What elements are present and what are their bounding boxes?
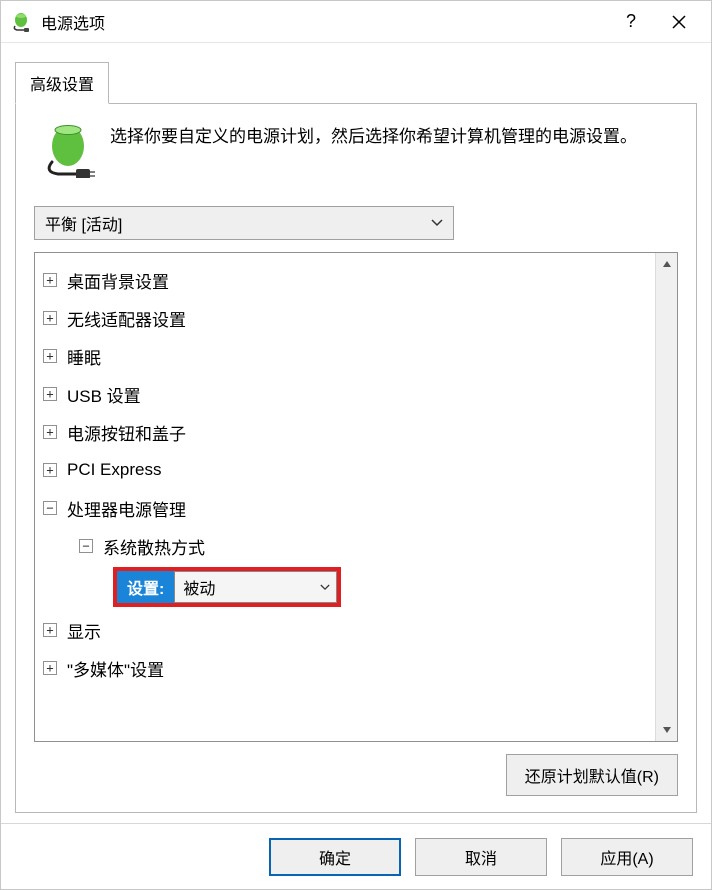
- close-button[interactable]: [655, 4, 703, 40]
- tab-advanced-settings[interactable]: 高级设置: [15, 62, 109, 104]
- ok-button[interactable]: 确定: [269, 838, 401, 876]
- tree-item-processor-power[interactable]: − 处理器电源管理: [43, 489, 651, 527]
- tree-item-label: 系统散热方式: [103, 534, 205, 559]
- tree-item-sleep[interactable]: + 睡眠: [43, 337, 651, 375]
- setting-highlight-box: 设置: 被动: [113, 567, 341, 607]
- tree-item-display[interactable]: + 显示: [43, 611, 651, 649]
- tree-item-label: 处理器电源管理: [67, 496, 186, 521]
- battery-large-icon: [40, 122, 96, 178]
- tree-item-desktop-background[interactable]: + 桌面背景设置: [43, 261, 651, 299]
- expand-icon[interactable]: +: [43, 425, 57, 439]
- cooling-policy-dropdown[interactable]: 被动: [174, 571, 337, 603]
- tree-item-cooling-setting: 设置: 被动: [43, 565, 651, 611]
- battery-plug-icon: [11, 12, 31, 32]
- tree-item-label: "多媒体"设置: [67, 656, 164, 681]
- tree-item-cooling-policy[interactable]: − 系统散热方式: [43, 527, 651, 565]
- tab-body: 选择你要自定义的电源计划，然后选择你希望计算机管理的电源设置。 平衡 [活动] …: [15, 103, 697, 813]
- vertical-scrollbar[interactable]: [655, 253, 677, 741]
- collapse-icon[interactable]: −: [43, 501, 57, 515]
- chevron-down-icon: [429, 219, 445, 227]
- description-row: 选择你要自定义的电源计划，然后选择你希望计算机管理的电源设置。: [34, 122, 678, 178]
- tab-strip: 高级设置: [15, 61, 697, 103]
- tree-item-label: 睡眠: [67, 344, 101, 369]
- cancel-button[interactable]: 取消: [415, 838, 547, 876]
- tree-item-label: 显示: [67, 618, 101, 643]
- dialog-footer: 确定 取消 应用(A): [1, 823, 711, 889]
- expand-icon[interactable]: +: [43, 661, 57, 675]
- expand-icon[interactable]: +: [43, 311, 57, 325]
- tree-item-label: 无线适配器设置: [67, 306, 186, 331]
- collapse-icon[interactable]: −: [79, 539, 93, 553]
- expand-icon[interactable]: +: [43, 623, 57, 637]
- description-text: 选择你要自定义的电源计划，然后选择你希望计算机管理的电源设置。: [110, 122, 637, 150]
- chevron-down-icon: [320, 578, 330, 596]
- cooling-policy-value: 被动: [183, 575, 320, 599]
- settings-tree: + 桌面背景设置 + 无线适配器设置 + 睡眠 + USB 设置: [34, 252, 678, 742]
- tree-item-pci-express[interactable]: + PCI Express: [43, 451, 651, 489]
- expand-icon[interactable]: +: [43, 273, 57, 287]
- expand-icon[interactable]: +: [43, 463, 57, 477]
- tree-item-power-button-lid[interactable]: + 电源按钮和盖子: [43, 413, 651, 451]
- tree-item-wireless-adapter[interactable]: + 无线适配器设置: [43, 299, 651, 337]
- tree-item-multimedia[interactable]: + "多媒体"设置: [43, 649, 651, 687]
- tree-item-label: USB 设置: [67, 382, 141, 407]
- window-title: 电源选项: [41, 10, 607, 34]
- scroll-down-arrow-icon[interactable]: [662, 723, 672, 737]
- tree-item-label: 电源按钮和盖子: [67, 420, 186, 445]
- apply-button[interactable]: 应用(A): [561, 838, 693, 876]
- setting-label: 设置:: [117, 571, 174, 603]
- power-options-dialog: 电源选项 ? 高级设置: [0, 0, 712, 890]
- tree-item-label: PCI Express: [67, 460, 161, 480]
- tree-scroll-area: + 桌面背景设置 + 无线适配器设置 + 睡眠 + USB 设置: [35, 253, 655, 741]
- expand-icon[interactable]: +: [43, 349, 57, 363]
- power-plan-dropdown[interactable]: 平衡 [活动]: [34, 206, 454, 240]
- restore-row: 还原计划默认值(R): [34, 754, 678, 796]
- scroll-up-arrow-icon[interactable]: [662, 257, 672, 271]
- tree-item-usb[interactable]: + USB 设置: [43, 375, 651, 413]
- tree-item-label: 桌面背景设置: [67, 268, 169, 293]
- content-area: 高级设置 选择你要自定义的电源计划，然后选择你希望计算机管理的电源设置。: [1, 43, 711, 823]
- titlebar: 电源选项 ?: [1, 1, 711, 43]
- help-button[interactable]: ?: [607, 4, 655, 40]
- restore-defaults-button[interactable]: 还原计划默认值(R): [506, 754, 678, 796]
- expand-icon[interactable]: +: [43, 387, 57, 401]
- power-plan-selected: 平衡 [活动]: [45, 211, 429, 235]
